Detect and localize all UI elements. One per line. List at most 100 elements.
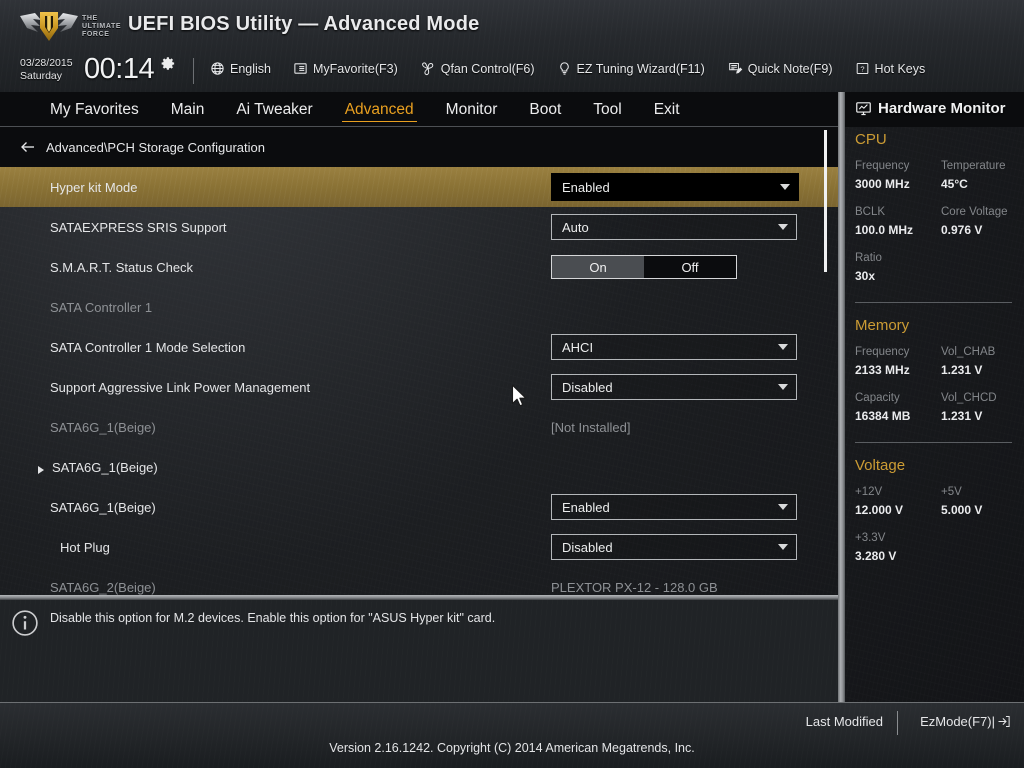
- help-text: Disable this option for M.2 devices. Ena…: [50, 611, 496, 625]
- setting-row[interactable]: Hyper kit Mode Enabled: [0, 167, 838, 207]
- hw-metric-value: [941, 547, 1024, 566]
- settings-scrollbar-thumb[interactable]: [824, 130, 827, 272]
- setting-value-text: [Not Installed]: [551, 419, 631, 435]
- setting-dropdown[interactable]: Auto: [551, 214, 797, 240]
- ezmode-button[interactable]: EzMode(F7)|: [920, 714, 1011, 729]
- hw-metric-label: Frequency: [855, 160, 910, 172]
- language-button[interactable]: English: [210, 59, 282, 78]
- app-title: UEFI BIOS Utility — Advanced Mode: [128, 13, 480, 35]
- nav-tab-advanced[interactable]: Advanced: [329, 92, 430, 127]
- hw-section-divider: [855, 442, 1012, 443]
- setting-row[interactable]: SATA Controller 1: [0, 287, 838, 327]
- settings-panel: Advanced\PCH Storage Configuration Hyper…: [0, 127, 838, 595]
- setting-row[interactable]: SATAEXPRESS SRIS Support Auto: [0, 207, 838, 247]
- myfavorite-button[interactable]: MyFavorite(F3): [293, 59, 409, 78]
- dropdown-value: Disabled: [562, 379, 613, 395]
- hw-metric-value: 16384 MB: [855, 409, 911, 423]
- hw-metric-label: Vol_CHCD: [941, 392, 997, 404]
- setting-row[interactable]: SATA6G_2(Beige) PLEXTOR PX-12 - 128.0 GB: [0, 567, 838, 595]
- tuf-logo: THE ULTIMATE FORCE: [18, 6, 124, 48]
- hw-metric-label: Core Voltage: [941, 206, 1008, 218]
- hw-metric-value: 3.280 V: [855, 549, 897, 563]
- nav-tab-main[interactable]: Main: [155, 92, 221, 127]
- header-divider: [193, 58, 194, 84]
- clock-display: 00:14: [84, 53, 155, 85]
- hw-section-grid: Frequency Temperature 3000 MHz 45°C BCLK Core…: [855, 157, 1024, 295]
- setting-label: SATAEXPRESS SRIS Support: [50, 219, 227, 235]
- hardware-monitor-label: Hardware Monitor: [878, 100, 1006, 117]
- hw-section-title: Voltage: [855, 457, 906, 474]
- setting-row[interactable]: Hot Plug Disabled: [0, 527, 838, 567]
- hw-metric-label: [941, 249, 1024, 267]
- globe-icon: [211, 62, 224, 75]
- version-text: Version 2.16.1242. Copyright (C) 2014 Am…: [329, 741, 695, 755]
- setting-dropdown[interactable]: Disabled: [551, 374, 797, 400]
- chevron-down-icon: [778, 504, 788, 510]
- setting-dropdown[interactable]: Enabled: [551, 494, 797, 520]
- date-display: 03/28/2015 Saturday: [20, 57, 73, 83]
- setting-label: Hyper kit Mode: [50, 179, 138, 195]
- hot-keys-button[interactable]: ? Hot Keys: [855, 59, 937, 78]
- gear-icon[interactable]: [161, 56, 176, 71]
- quick-note-button[interactable]: Quick Note(F9): [727, 59, 844, 78]
- setting-row[interactable]: SATA6G_1(Beige): [0, 447, 838, 487]
- tuf-logo-text: THE ULTIMATE FORCE: [82, 15, 121, 39]
- setting-dropdown[interactable]: AHCI: [551, 334, 797, 360]
- ez-tuning-wizard-button[interactable]: EZ Tuning Wizard(F11): [557, 59, 716, 78]
- last-modified-button[interactable]: Last Modified: [806, 714, 883, 729]
- nav-tab-ai-tweaker[interactable]: Ai Tweaker: [220, 92, 328, 127]
- setting-row[interactable]: Support Aggressive Link Power Management…: [0, 367, 838, 407]
- hw-metric-value: 3000 MHz: [855, 177, 910, 191]
- hot-keys-label: Hot Keys: [874, 61, 926, 76]
- nav-tab-list: My Favorites Main Ai Tweaker Advanced Monito…: [34, 92, 696, 127]
- nav-tab-boot[interactable]: Boot: [513, 92, 577, 127]
- hw-metric-value: 0.976 V: [941, 223, 983, 237]
- setting-toggle[interactable]: On Off: [551, 255, 737, 279]
- footer-divider: [897, 711, 898, 735]
- breadcrumb-path: Advanced\PCH Storage Configuration: [46, 139, 265, 155]
- setting-dropdown[interactable]: Enabled: [551, 173, 799, 201]
- nav-tab-label: Monitor: [445, 100, 498, 118]
- setting-dropdown[interactable]: Disabled: [551, 534, 797, 560]
- lightbulb-icon: [559, 62, 569, 75]
- nav-tab-label: Boot: [529, 100, 562, 118]
- hw-metric-label: +5V: [941, 486, 962, 498]
- nav-tab-my-favorites[interactable]: My Favorites: [34, 92, 155, 127]
- monitor-icon: [856, 102, 871, 116]
- hardware-monitor-title: Hardware Monitor: [855, 100, 1024, 117]
- setting-label: SATA6G_1(Beige): [50, 499, 156, 515]
- setting-label: SATA6G_1(Beige): [52, 459, 158, 475]
- hw-metric-value: 1.231 V: [941, 409, 983, 423]
- setting-row[interactable]: SATA Controller 1 Mode Selection AHCI: [0, 327, 838, 367]
- svg-text:?: ?: [860, 64, 864, 73]
- setting-label: S.M.A.R.T. Status Check: [50, 259, 194, 275]
- hw-metric-value: 45°C: [941, 177, 968, 191]
- setting-row[interactable]: SATA6G_1(Beige) Enabled: [0, 487, 838, 527]
- chevron-down-icon: [778, 384, 788, 390]
- hw-metric-label: BCLK: [855, 206, 886, 218]
- setting-row[interactable]: S.M.A.R.T. Status Check On Off: [0, 247, 838, 287]
- tuf-logo-line1: THE: [82, 15, 98, 22]
- toggle-on-option[interactable]: On: [552, 256, 644, 278]
- tuf-logo-mark: [20, 12, 78, 41]
- chevron-down-icon: [778, 544, 788, 550]
- weekday-value: Saturday: [20, 70, 63, 82]
- tuf-logo-line2: ULTIMATE: [82, 23, 122, 30]
- hw-metric-value: 100.0 MHz: [855, 223, 914, 237]
- setting-label: Support Aggressive Link Power Management: [50, 379, 311, 395]
- help-bar: Disable this option for M.2 devices. Ena…: [0, 600, 838, 702]
- hw-metric-value: 2133 MHz: [855, 363, 910, 377]
- nav-tab-label: Main: [170, 100, 205, 118]
- qfan-control-button[interactable]: Qfan Control(F6): [420, 59, 546, 78]
- nav-tab-monitor[interactable]: Monitor: [430, 92, 514, 127]
- footer-topline: [0, 702, 1024, 703]
- hw-section-title: Memory: [855, 317, 910, 334]
- header-quick-actions: English MyFavorite(F3) Qfan Control(F6) …: [210, 59, 947, 78]
- nav-tab-tool[interactable]: Tool: [577, 92, 637, 127]
- hardware-monitor-panel: Hardware Monitor CPU Frequency Temperature…: [845, 92, 1024, 702]
- setting-row[interactable]: SATA6G_1(Beige) [Not Installed]: [0, 407, 838, 447]
- arrow-left-icon[interactable]: [19, 138, 37, 156]
- nav-tab-exit[interactable]: Exit: [638, 92, 696, 127]
- toggle-off-option[interactable]: Off: [644, 256, 736, 278]
- ez-tuning-wizard-label: EZ Tuning Wizard(F11): [576, 61, 705, 76]
